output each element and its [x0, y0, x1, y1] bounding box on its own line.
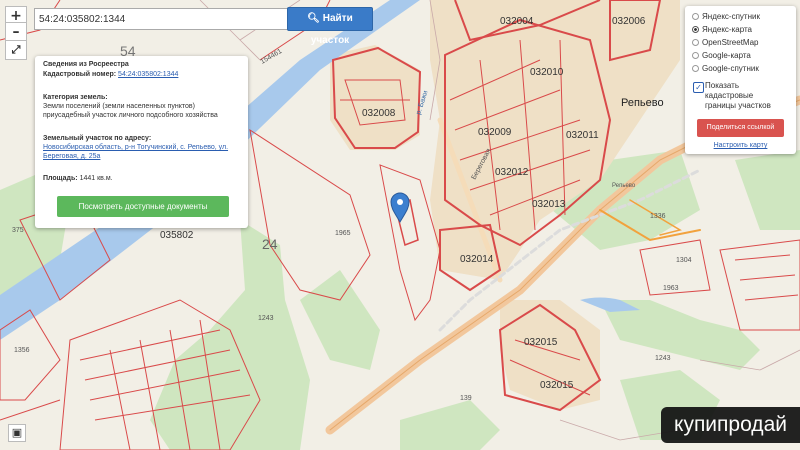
- layer-label: Google-спутник: [702, 64, 759, 73]
- layer-label: Яндекс-спутник: [702, 12, 760, 21]
- label-375: 375: [12, 227, 24, 234]
- label-032009: 032009: [478, 127, 512, 138]
- address-line1[interactable]: Новосибирская область, р-н Тогучинский, …: [43, 143, 242, 152]
- cadastral-line1: Показать: [705, 81, 740, 90]
- cadastral-line3: границы участков: [705, 101, 771, 110]
- radio-google-satellite[interactable]: [692, 65, 699, 72]
- layer-openstreetmap[interactable]: OpenStreetMap: [692, 38, 758, 48]
- label-village: Репьево: [621, 97, 664, 109]
- label-032013: 032013: [532, 199, 566, 210]
- cadastral-borders-checkbox[interactable]: ✓: [693, 82, 704, 93]
- map-layers-panel: Яндекс-спутник Яндекс-карта OpenStreetMa…: [685, 6, 796, 154]
- label-1356: 1356: [14, 347, 30, 354]
- configure-map-link[interactable]: Настроить карту: [685, 142, 796, 149]
- address-label: Земельный участок по адресу:: [43, 135, 152, 142]
- radio-yandex-map[interactable]: [692, 26, 699, 33]
- label-1304: 1304: [676, 257, 692, 264]
- view-documents-button[interactable]: Посмотреть доступные документы: [57, 196, 229, 217]
- label-032014: 032014: [460, 254, 494, 265]
- label-station: Репьево: [612, 183, 636, 189]
- address-line2[interactable]: Береговая, д. 25а: [43, 152, 242, 161]
- layers-icon[interactable]: ▣: [8, 424, 26, 442]
- land-category-label: Категория земель:: [43, 94, 108, 101]
- label-035802: 035802: [160, 230, 194, 241]
- radio-google-map[interactable]: [692, 52, 699, 59]
- area-label: Площадь:: [43, 175, 78, 182]
- info-title: Сведения из Росреестра: [43, 61, 129, 68]
- radio-yandex-satellite[interactable]: [692, 13, 699, 20]
- cadastral-number-link[interactable]: 54:24:035802:1344: [118, 71, 178, 78]
- label-032015: 032015: [524, 337, 558, 348]
- radio-openstreetmap[interactable]: [692, 39, 699, 46]
- label-1965: 1965: [335, 230, 351, 237]
- label-032008: 032008: [362, 108, 396, 119]
- parcel-info-panel: Сведения из Росреестра Кадастровый номер…: [35, 56, 248, 228]
- layer-yandex-map[interactable]: Яндекс-карта: [692, 25, 752, 35]
- layer-google-map[interactable]: Google-карта: [692, 51, 751, 61]
- label-1243b: 1243: [655, 355, 671, 362]
- label-24: 24: [262, 236, 278, 252]
- layer-label: Яндекс-карта: [702, 25, 752, 34]
- layer-yandex-satellite[interactable]: Яндекс-спутник: [692, 12, 760, 22]
- label-032004: 032004: [500, 16, 534, 27]
- zoom-out-button[interactable]: –: [5, 22, 27, 42]
- cadastral-search-input[interactable]: [34, 8, 294, 30]
- label-1336: 1336: [650, 213, 666, 220]
- land-category-line1: Земли поселений (земли населенных пункто…: [43, 103, 195, 110]
- label-032015b: 032015: [540, 380, 574, 391]
- share-link-button[interactable]: Поделиться ссылкой: [697, 119, 784, 137]
- land-category-line2: приусадебный участок личного подсобного …: [43, 112, 218, 119]
- area-value: 1441 кв.м.: [79, 175, 113, 182]
- label-139: 139: [460, 395, 472, 402]
- search-icon: 🔍︎: [307, 13, 320, 24]
- layer-google-satellite[interactable]: Google-спутник: [692, 64, 759, 74]
- cadastral-borders-label: Показать кадастровые границы участков: [705, 81, 771, 111]
- label-032011: 032011: [566, 130, 599, 141]
- label-032006: 032006: [612, 16, 646, 27]
- cadastral-number-label: Кадастровый номер:: [43, 71, 117, 78]
- label-1243: 1243: [258, 315, 274, 322]
- label-032010: 032010: [530, 67, 564, 78]
- label-1963: 1963: [663, 285, 679, 292]
- cadastral-line2: кадастровые: [705, 91, 754, 100]
- watermark-logo: купипродай: [661, 407, 800, 443]
- find-parcel-button[interactable]: 🔍︎ Найти участок: [287, 7, 373, 46]
- layer-label: Google-карта: [702, 51, 751, 60]
- expand-icon[interactable]: ⤢: [5, 40, 27, 60]
- label-032012: 032012: [495, 167, 529, 178]
- layer-label: OpenStreetMap: [702, 38, 759, 47]
